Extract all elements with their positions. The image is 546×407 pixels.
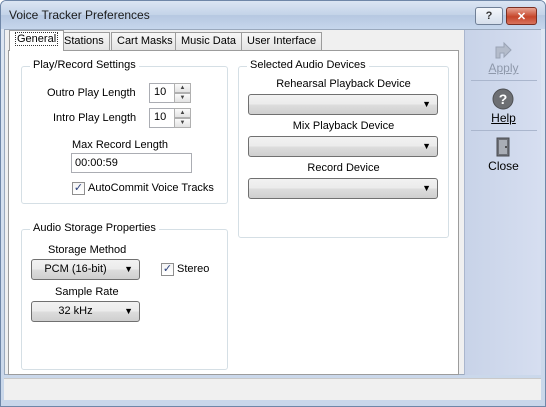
- intro-play-length-label: Intro Play Length: [53, 112, 137, 124]
- preferences-window: Voice Tracker Preferences ? ✕ General St…: [0, 0, 546, 407]
- record-device-dropdown[interactable]: ▼: [248, 178, 438, 199]
- status-bar: [4, 378, 541, 400]
- client-area: General Stations Cart Masks Music Data U…: [4, 29, 541, 375]
- stereo-label: Stereo: [177, 263, 210, 275]
- chevron-down-icon: ▼: [422, 99, 431, 109]
- sidebar-divider: [471, 80, 537, 81]
- intro-spinner[interactable]: ▲ ▼: [174, 108, 191, 128]
- action-sidebar: Apply ? Help Close: [464, 30, 541, 375]
- stereo-checkbox[interactable]: ✓: [161, 263, 174, 276]
- title-bar[interactable]: Voice Tracker Preferences ? ✕: [1, 1, 545, 29]
- rehearsal-device-label: Rehearsal Playback Device: [276, 78, 411, 90]
- storage-method-label: Storage Method: [48, 244, 127, 256]
- svg-text:?: ?: [499, 91, 508, 107]
- door-icon: [496, 137, 510, 157]
- outro-play-length-label: Outro Play Length: [47, 87, 136, 99]
- tab-general-label: General: [15, 32, 59, 46]
- autocommit-checkbox[interactable]: ✓: [72, 182, 85, 195]
- chevron-down-icon: ▼: [124, 306, 133, 316]
- outro-spin-down-icon[interactable]: ▼: [174, 93, 191, 103]
- max-record-length-input[interactable]: 00:00:59: [71, 153, 192, 173]
- tab-music-data[interactable]: Music Data: [175, 32, 243, 50]
- close-label: Close: [488, 159, 519, 173]
- max-record-length-label: Max Record Length: [72, 139, 168, 151]
- intro-spin-up-icon[interactable]: ▲: [174, 108, 191, 118]
- intro-spin-down-icon[interactable]: ▼: [174, 118, 191, 128]
- autocommit-label: AutoCommit Voice Tracks: [88, 182, 214, 194]
- audio-devices-group-title: Selected Audio Devices: [247, 59, 369, 71]
- help-icon: ?: [492, 88, 514, 110]
- apply-button[interactable]: Apply: [465, 34, 542, 82]
- close-button[interactable]: Close: [465, 132, 542, 180]
- chevron-down-icon: ▼: [422, 141, 431, 151]
- apply-label: Apply: [488, 61, 519, 75]
- outro-spinner[interactable]: ▲ ▼: [174, 83, 191, 103]
- help-label: Help: [491, 111, 516, 125]
- audio-storage-group-title: Audio Storage Properties: [30, 222, 159, 234]
- apply-icon: [495, 41, 512, 59]
- mix-device-dropdown[interactable]: ▼: [248, 136, 438, 157]
- sample-rate-value: 32 kHz: [58, 305, 93, 317]
- help-button[interactable]: ? Help: [465, 84, 542, 132]
- outro-spin-up-icon[interactable]: ▲: [174, 83, 191, 93]
- play-record-group-title: Play/Record Settings: [30, 59, 139, 71]
- tab-user-interface[interactable]: User Interface: [241, 32, 323, 50]
- tab-cart-masks[interactable]: Cart Masks: [111, 32, 179, 50]
- chevron-down-icon: ▼: [422, 183, 431, 193]
- sample-rate-label: Sample Rate: [55, 286, 119, 298]
- title-close-button[interactable]: ✕: [506, 7, 537, 25]
- storage-method-dropdown[interactable]: PCM (16-bit) ▼: [31, 259, 140, 280]
- audio-devices-group: Selected Audio Devices Rehearsal Playbac…: [238, 59, 449, 238]
- play-record-group: Play/Record Settings Outro Play Length 1…: [21, 59, 228, 204]
- storage-method-value: PCM (16-bit): [44, 263, 107, 275]
- window-title: Voice Tracker Preferences: [9, 8, 150, 22]
- rehearsal-device-dropdown[interactable]: ▼: [248, 94, 438, 115]
- chevron-down-icon: ▼: [124, 264, 133, 274]
- sidebar-divider: [471, 130, 537, 131]
- sample-rate-dropdown[interactable]: 32 kHz ▼: [31, 301, 140, 322]
- title-help-button[interactable]: ?: [475, 7, 503, 25]
- record-device-label: Record Device: [307, 162, 380, 174]
- mix-device-label: Mix Playback Device: [292, 120, 395, 132]
- tab-general[interactable]: General: [9, 30, 65, 51]
- tab-stations[interactable]: Stations: [58, 32, 110, 50]
- general-tab-panel: Play/Record Settings Outro Play Length 1…: [8, 50, 459, 375]
- audio-storage-group: Audio Storage Properties Storage Method …: [21, 222, 228, 370]
